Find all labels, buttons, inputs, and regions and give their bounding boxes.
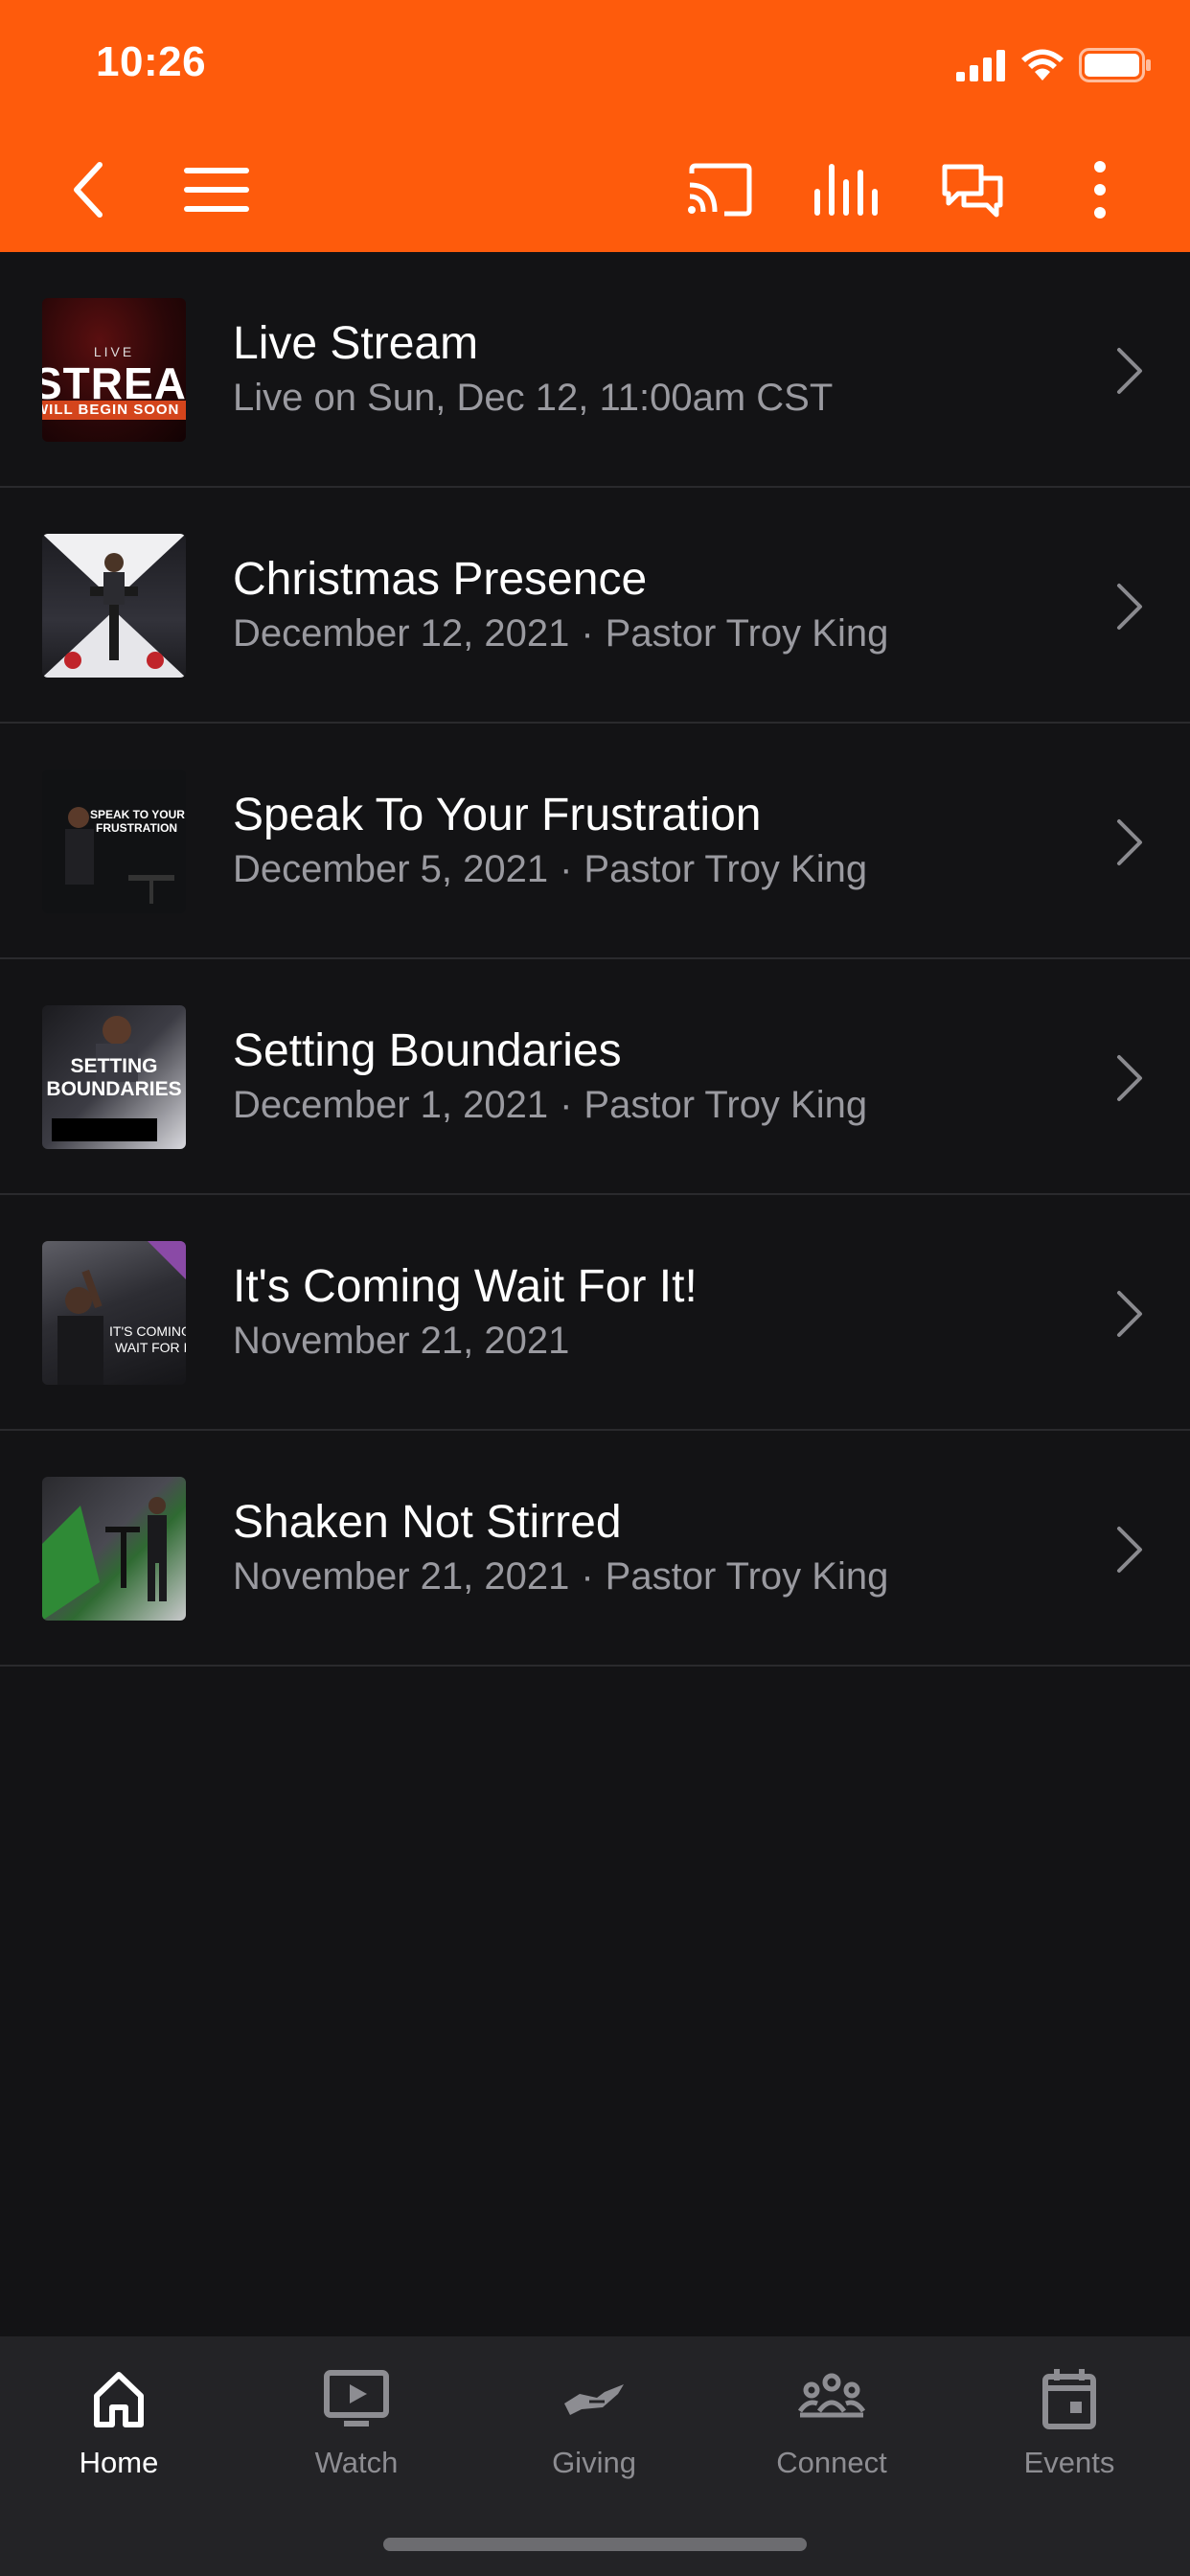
item-speaker: Pastor Troy King [584, 1084, 868, 1126]
item-title: Live Stream [233, 318, 479, 369]
item-subtitle: December 5, 2021 · Pastor Troy King [233, 848, 867, 891]
thumb-text: SETTING BOUNDARIES [42, 1055, 186, 1101]
tab-giving[interactable]: Giving [475, 2356, 713, 2509]
events-icon [1042, 2369, 1096, 2429]
connect-icon [798, 2373, 865, 2418]
sermon-list: LIVE STREAM WILL BEGIN SOON Live Stream … [0, 252, 1190, 1667]
tab-home[interactable]: Home [0, 2356, 238, 2509]
separator-dot: · [560, 848, 573, 890]
menu-icon[interactable] [178, 151, 255, 228]
separator-dot: · [581, 1555, 594, 1598]
thumb-text: IT'S COMING WAIT FOR IT [109, 1323, 186, 1356]
speak-to-your-frustration-thumbnail: SPEAK TO YOUR FRUSTRATION [42, 770, 186, 913]
battery-icon [1079, 48, 1151, 82]
item-date: November 21, 2021 [233, 1555, 570, 1598]
list-item-christmas-presence[interactable]: Christmas Presence December 12, 2021 · Pas… [0, 488, 1190, 724]
item-title: Christmas Presence [233, 554, 648, 605]
item-title: Setting Boundaries [233, 1025, 622, 1076]
item-subtitle: November 21, 2021 · Pastor Troy King [233, 1555, 888, 1598]
app-header: 10:26 [0, 0, 1190, 252]
item-speaker: Pastor Troy King [605, 612, 889, 655]
list-item-speak-to-your-frustration[interactable]: SPEAK TO YOUR FRUSTRATION Speak To Your … [0, 724, 1190, 959]
tab-connect[interactable]: Connect [713, 2356, 950, 2509]
home-icon [94, 2372, 144, 2427]
live-stream-thumbnail: LIVE STREAM WILL BEGIN SOON [42, 298, 186, 442]
item-title: Shaken Not Stirred [233, 1497, 622, 1548]
thumb-art [42, 534, 186, 678]
chevron-right-icon [1117, 584, 1142, 630]
thumb-text: WILL BEGIN SOON [42, 402, 180, 418]
item-subtitle: Live on Sun, Dec 12, 11:00am CST [233, 377, 833, 420]
tab-label: Events [1023, 2446, 1115, 2479]
item-subtitle: December 12, 2021 · Pastor Troy King [233, 612, 888, 656]
thumb-text-line: SETTING [70, 1055, 158, 1077]
list-item-setting-boundaries[interactable]: SETTING BOUNDARIES Setting Boundaries De… [0, 959, 1190, 1195]
tab-label: Connect [776, 2446, 887, 2479]
item-date: November 21, 2021 [233, 1320, 570, 1362]
wifi-icon [1021, 49, 1064, 80]
signal-icon [956, 50, 1005, 81]
watch-icon [324, 2370, 389, 2426]
audio-icon[interactable] [808, 151, 884, 228]
chevron-right-icon [1117, 819, 1142, 865]
chevron-right-icon [1117, 1055, 1142, 1101]
separator-dot: · [581, 612, 594, 655]
home-indicator [383, 2538, 807, 2551]
chevron-right-icon [1117, 1291, 1142, 1337]
cast-icon[interactable] [681, 151, 758, 228]
item-speaker: Pastor Troy King [584, 848, 868, 890]
thumb-text-line: WAIT FOR IT [115, 1340, 186, 1355]
thumb-text: SPEAK TO YOUR FRUSTRATION [90, 808, 185, 835]
thumb-art [42, 1497, 167, 1621]
chat-icon[interactable] [934, 151, 1011, 228]
tab-watch[interactable]: Watch [238, 2356, 475, 2509]
separator-dot: · [560, 1084, 573, 1126]
setting-boundaries-thumbnail: SETTING BOUNDARIES [42, 1005, 186, 1149]
item-date: December 12, 2021 [233, 612, 570, 655]
thumb-text-line: IT'S COMING [109, 1323, 186, 1339]
status-time: 10:26 [96, 38, 207, 85]
item-date: Live on Sun, Dec 12, 11:00am CST [233, 377, 834, 419]
thumb-text-line: BOUNDARIES [46, 1078, 182, 1100]
tab-label: Watch [314, 2446, 399, 2479]
giving-icon [564, 2384, 624, 2415]
item-title: Speak To Your Frustration [233, 790, 762, 840]
its-coming-wait-for-it-thumbnail: IT'S COMING WAIT FOR IT [42, 1241, 186, 1385]
item-subtitle: December 1, 2021 · Pastor Troy King [233, 1084, 867, 1127]
back-icon[interactable] [50, 151, 126, 228]
item-date: December 5, 2021 [233, 848, 549, 890]
tab-label: Home [79, 2446, 159, 2479]
more-icon[interactable] [1062, 151, 1138, 228]
list-item-shaken-not-stirred[interactable]: Shaken Not Stirred November 21, 2021 · Pas… [0, 1431, 1190, 1667]
thumb-art [57, 1241, 186, 1385]
item-subtitle: November 21, 2021 [233, 1320, 569, 1363]
item-speaker: Pastor Troy King [605, 1555, 889, 1598]
chevron-right-icon [1117, 1527, 1142, 1573]
thumb-text-line: SPEAK TO YOUR [90, 808, 185, 821]
shaken-not-stirred-thumbnail [42, 1477, 186, 1621]
list-item-its-coming-wait-for-it[interactable]: IT'S COMING WAIT FOR IT It's Coming Wait… [0, 1195, 1190, 1431]
thumb-text-line: FRUSTRATION [96, 821, 178, 835]
christmas-presence-thumbnail [42, 534, 186, 678]
chevron-right-icon [1117, 348, 1142, 394]
list-item-live-stream[interactable]: LIVE STREAM WILL BEGIN SOON Live Stream … [0, 252, 1190, 488]
item-title: It's Coming Wait For It! [233, 1261, 698, 1312]
item-date: December 1, 2021 [233, 1084, 549, 1126]
tab-label: Giving [552, 2446, 636, 2479]
thumb-art [65, 807, 174, 904]
tab-events[interactable]: Events [950, 2356, 1188, 2509]
status-icons [956, 46, 1152, 84]
